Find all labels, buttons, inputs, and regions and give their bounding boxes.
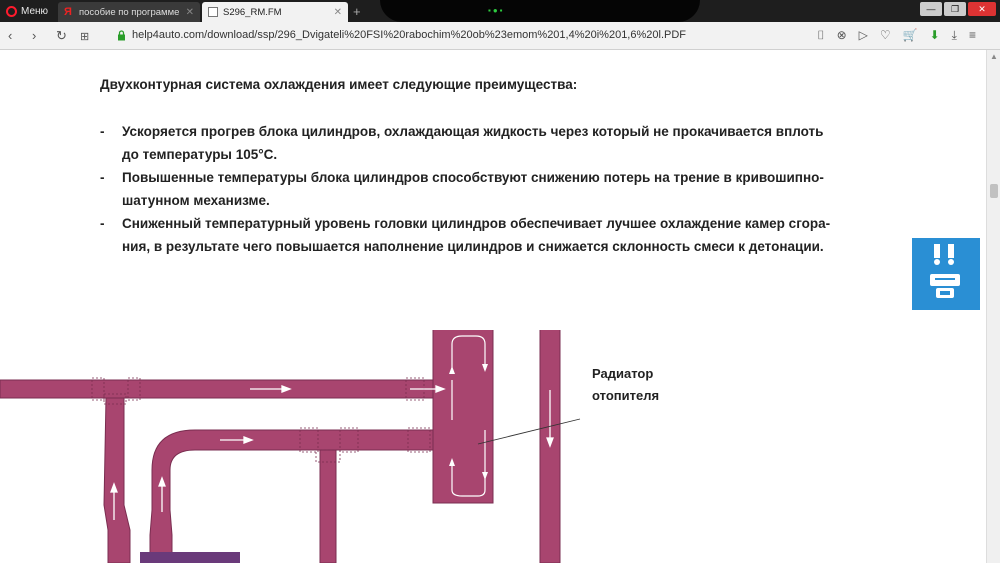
reload-icon[interactable]: ↻ <box>56 28 67 44</box>
tab-bar: Меню Я пособие по программе сб ✕ S296_RM… <box>0 0 1000 22</box>
document-icon <box>208 7 218 17</box>
notch-indicator-icon: ▪●▪ <box>488 6 505 15</box>
tab-title: пособие по программе сб <box>79 6 181 18</box>
tab-s296[interactable]: S296_RM.FM ✕ <box>202 2 348 22</box>
lock-icon <box>118 30 125 41</box>
tab-title: S296_RM.FM <box>223 6 282 18</box>
engine-widget-icon <box>930 244 960 298</box>
close-tab-icon[interactable]: ✕ <box>334 7 342 18</box>
left-feed-pipe <box>103 397 131 563</box>
side-widget-button[interactable] <box>912 238 980 310</box>
vertical-scrollbar[interactable]: ▲ <box>986 50 1000 563</box>
engine-block <box>140 552 240 563</box>
heart-icon[interactable]: ♡ <box>880 28 891 43</box>
address-bar: ‹ › ↻ ⊞ help4auto.com/download/ssp/296_D… <box>0 22 1000 50</box>
list-item-text: до температуры 105°С. <box>122 147 278 162</box>
menu-icon[interactable]: ≡ <box>969 28 976 43</box>
pdf-page: Двухконтурная система охлаждения имеет с… <box>0 50 980 563</box>
minimize-icon[interactable]: — <box>920 2 942 16</box>
opera-logo-icon <box>6 5 17 17</box>
yandex-icon: Я <box>64 6 72 18</box>
speed-dial-icon[interactable]: ⊞ <box>80 30 89 43</box>
toolbar-icons: ⌷ ⊗ ▷ ♡ 🛒 ⬇ ⤓ ≡ <box>817 28 976 43</box>
list-item-text: Ускоряется прогрев блока цилиндров, охла… <box>122 124 824 139</box>
downloads-menu-icon[interactable]: ⤓ <box>952 28 957 43</box>
download-icon[interactable]: ⬇ <box>930 28 940 43</box>
page-heading: Двухконтурная система охлаждения имеет с… <box>100 77 578 92</box>
scrollbar-thumb[interactable] <box>990 184 998 198</box>
opera-menu-button[interactable]: Меню <box>6 3 48 19</box>
adblock-icon[interactable]: ⊗ <box>837 28 847 43</box>
heater-return-pipe <box>149 429 436 563</box>
back-icon[interactable]: ‹ <box>8 28 12 43</box>
close-window-icon[interactable]: ✕ <box>968 2 996 16</box>
list-item-text: ния, в результате чего повышается наполн… <box>122 239 824 254</box>
forward-icon[interactable]: › <box>32 28 36 43</box>
scroll-up-icon[interactable]: ▲ <box>990 52 998 61</box>
menu-label: Меню <box>21 5 49 17</box>
window-controls: — ❐ ✕ <box>920 2 996 16</box>
radiator-label: Радиатор отопителя <box>592 366 660 403</box>
maximize-icon[interactable]: ❐ <box>944 2 966 16</box>
middle-pipe <box>0 379 436 399</box>
cooling-diagram <box>0 330 581 563</box>
cart-icon[interactable]: 🛒 <box>903 28 918 43</box>
screen-notch <box>380 0 700 22</box>
share-icon[interactable]: ▷ <box>859 28 868 43</box>
list-item-text: Сниженный температурный уровень головки … <box>122 216 831 231</box>
close-tab-icon[interactable]: ✕ <box>186 7 194 18</box>
list-item-text: шатунном механизме. <box>122 193 270 208</box>
list-item-text: Повышенные температуры блока цилиндров с… <box>122 170 824 185</box>
branch-pipe <box>319 449 337 563</box>
tab-posobie[interactable]: Я пособие по программе сб ✕ <box>58 2 200 22</box>
new-tab-button[interactable]: + <box>353 4 361 19</box>
url-field[interactable]: help4auto.com/download/ssp/296_Dvigateli… <box>132 29 686 41</box>
camera-icon[interactable]: ⌷ <box>817 28 824 43</box>
